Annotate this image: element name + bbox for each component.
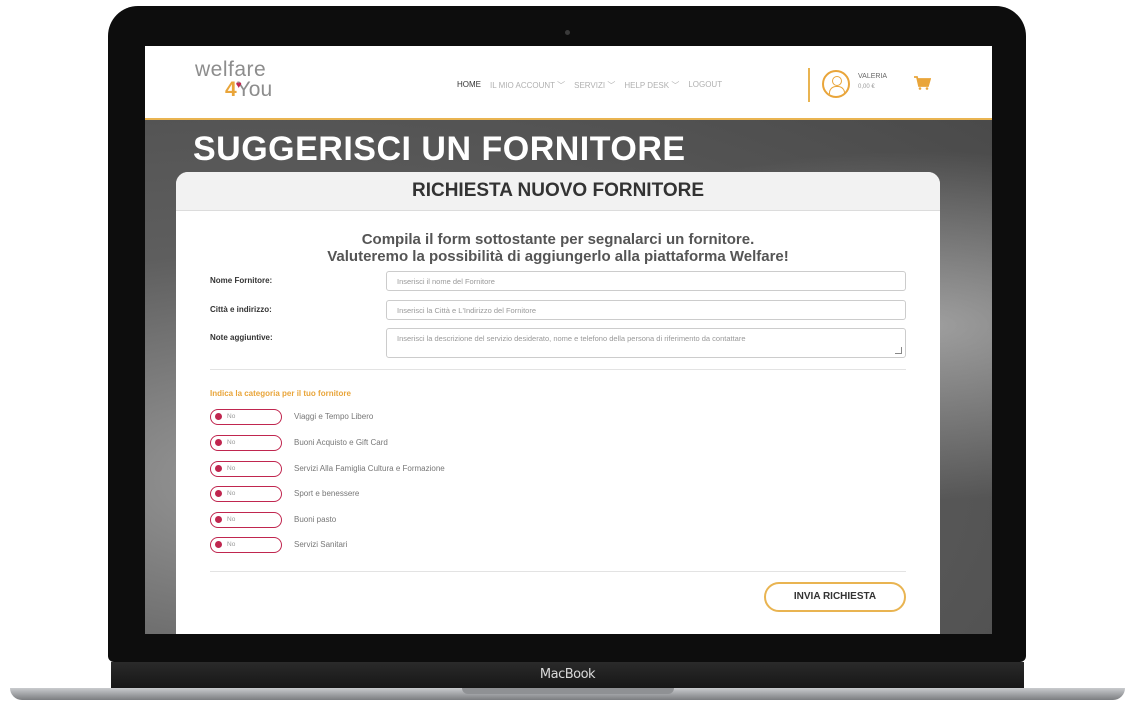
toggle-label: No bbox=[227, 439, 236, 446]
nav-helpdesk[interactable]: HELP DESK ﹀ bbox=[624, 80, 679, 91]
toggle-knob bbox=[215, 413, 222, 420]
toggle-knob bbox=[215, 516, 222, 523]
nav-divider bbox=[808, 68, 810, 102]
toggle-knob bbox=[215, 541, 222, 548]
logo-you: ♥ You bbox=[235, 78, 273, 101]
label-citta-indirizzo: Città e indirizzo: bbox=[210, 305, 272, 314]
textarea-placeholder: Inserisci la descrizione del servizio de… bbox=[397, 334, 746, 343]
intro-line-2: Valuteremo la possibilità di aggiungerlo… bbox=[327, 248, 789, 265]
toggle-label: No bbox=[227, 490, 236, 497]
logo-heart-icon: ♥ bbox=[235, 80, 242, 91]
divider-bottom bbox=[210, 571, 906, 572]
input-nome-fornitore[interactable]: Inserisci il nome del Fornitore bbox=[386, 271, 906, 291]
laptop-brand: MacBook bbox=[539, 667, 596, 682]
nav-servizi[interactable]: SERVIZI ﹀ bbox=[574, 80, 615, 91]
category-label-servizi-sanitari: Servizi Sanitari bbox=[294, 540, 348, 549]
submit-request-button[interactable]: INVIA RICHIESTA bbox=[764, 582, 906, 612]
category-label-viaggi: Viaggi e Tempo Libero bbox=[294, 412, 374, 421]
category-label-sport: Sport e benessere bbox=[294, 489, 360, 498]
toggle-label: No bbox=[227, 541, 236, 548]
laptop-chin: MacBook bbox=[111, 662, 1024, 688]
intro-line-1: Compila il form sottostante per segnalar… bbox=[361, 231, 755, 248]
laptop-notch bbox=[462, 688, 674, 694]
request-form-card: RICHIESTA NUOVO FORNITORE Compila il for… bbox=[176, 172, 940, 634]
screen: welfare 4 ♥ You HOME IL MIO ACCOUNT ﹀ SERV… bbox=[145, 46, 992, 634]
resize-handle-icon[interactable] bbox=[895, 347, 902, 354]
user-credit: 0,00 € bbox=[858, 84, 875, 90]
textarea-note-aggiuntive[interactable]: Inserisci la descrizione del servizio de… bbox=[386, 328, 906, 358]
toggle-servizi-famiglia[interactable]: No bbox=[210, 461, 282, 477]
category-label-servizi-famiglia: Servizi Alla Famiglia Cultura e Formazio… bbox=[294, 464, 445, 473]
nav-home[interactable]: HOME bbox=[457, 80, 481, 91]
category-label-buoni-pasto: Buoni pasto bbox=[294, 515, 337, 524]
toggle-knob bbox=[215, 439, 222, 446]
input-citta-indirizzo[interactable]: Inserisci la Città e L'Indirizzo del For… bbox=[386, 300, 906, 320]
form-header: RICHIESTA NUOVO FORNITORE bbox=[176, 172, 940, 211]
main-nav: HOME IL MIO ACCOUNT ﹀ SERVIZI ﹀ HELP DES… bbox=[457, 80, 722, 91]
cart-icon[interactable] bbox=[913, 76, 931, 90]
divider-top bbox=[210, 369, 906, 370]
category-label-buoni-acquisto: Buoni Acquisto e Gift Card bbox=[294, 438, 388, 447]
toggle-viaggi[interactable]: No bbox=[210, 409, 282, 425]
toggle-buoni-pasto[interactable]: No bbox=[210, 512, 282, 528]
user-name: VALERIA bbox=[858, 73, 888, 80]
user-avatar-icon[interactable] bbox=[822, 70, 850, 98]
form-heading: RICHIESTA NUOVO FORNITORE bbox=[411, 180, 705, 201]
nav-logout[interactable]: LOGOUT bbox=[688, 80, 722, 91]
label-note-aggiuntive: Note aggiuntive: bbox=[210, 333, 273, 342]
toggle-sport[interactable]: No bbox=[210, 486, 282, 502]
logo-text-welfare: welfare bbox=[195, 58, 267, 81]
toggle-knob bbox=[215, 490, 222, 497]
form-intro: Compila il form sottostante per segnalar… bbox=[176, 231, 940, 265]
toggle-knob bbox=[215, 465, 222, 472]
toggle-servizi-sanitari[interactable]: No bbox=[210, 537, 282, 553]
page-title: SUGGERISCI UN FORNITORE bbox=[193, 130, 686, 168]
nav-account[interactable]: IL MIO ACCOUNT ﹀ bbox=[490, 80, 565, 91]
toggle-label: No bbox=[227, 413, 236, 420]
toggle-label: No bbox=[227, 465, 236, 472]
toggle-buoni-acquisto[interactable]: No bbox=[210, 435, 282, 451]
toggle-label: No bbox=[227, 516, 236, 523]
logo-you-text: ou bbox=[248, 78, 273, 101]
category-title: Indica la categoria per il tuo fornitore bbox=[210, 389, 351, 398]
site-header: welfare 4 ♥ You HOME IL MIO ACCOUNT ﹀ SERV… bbox=[145, 46, 992, 120]
label-nome-fornitore: Nome Fornitore: bbox=[210, 276, 273, 285]
logo-text-4you: 4 ♥ You bbox=[195, 78, 273, 101]
camera-icon bbox=[565, 30, 570, 35]
site-logo[interactable]: welfare 4 ♥ You bbox=[195, 58, 273, 101]
